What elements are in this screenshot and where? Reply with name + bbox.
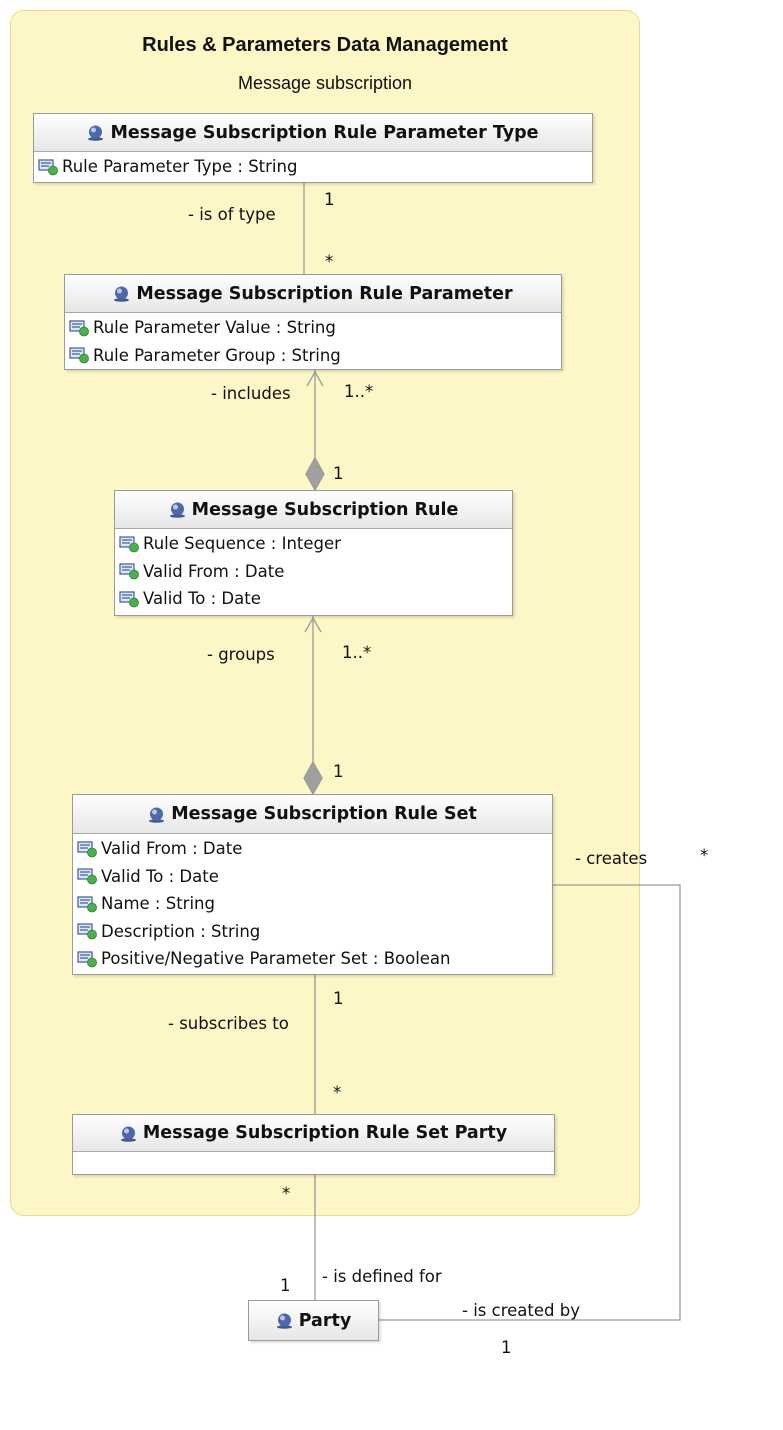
composition-diamond-groups (303, 760, 323, 796)
class-rule[interactable]: Message Subscription Rule Rule Sequence … (114, 490, 513, 616)
multiplicity-is-of-type-source: 1 (324, 190, 335, 209)
attribute-icon (119, 563, 139, 580)
multiplicity-is-defined-for-target: 1 (280, 1276, 291, 1295)
class-icon (88, 125, 104, 141)
attribute-text: Valid From : Date (143, 561, 285, 581)
attribute-row[interactable]: Rule Parameter Type : String (38, 153, 592, 181)
attribute-text: Rule Parameter Type : String (62, 157, 298, 177)
class-party[interactable]: Party (248, 1300, 379, 1341)
class-name: Message Subscription Rule Set Party (142, 1123, 508, 1143)
attribute-icon (69, 347, 89, 364)
multiplicity-is-of-type-target: * (325, 252, 334, 271)
multiplicity-is-defined-for-source: * (282, 1184, 291, 1203)
attribute-row[interactable]: Rule Parameter Group : String (69, 342, 561, 370)
multiplicity-is-created-by-target: 1 (501, 1338, 512, 1357)
attribute-icon (119, 591, 139, 608)
class-rule-parameter-type[interactable]: Message Subscription Rule Parameter Type… (33, 113, 593, 183)
class-header: Message Subscription Rule Set Party (73, 1115, 554, 1152)
class-icon (276, 1313, 292, 1329)
attribute-icon (119, 536, 139, 553)
class-rule-set[interactable]: Message Subscription Rule Set Valid From… (72, 794, 553, 975)
multiplicity-includes-source: 1 (333, 464, 344, 483)
attribute-text: Name : String (101, 894, 215, 914)
class-header: Message Subscription Rule Parameter Type (34, 114, 592, 152)
class-header: Message Subscription Rule (115, 491, 512, 529)
attribute-text: Description : String (101, 921, 261, 941)
multiplicity-creates-target: * (700, 846, 709, 865)
class-name: Party (298, 1310, 352, 1331)
attribute-icon (77, 951, 97, 968)
attribute-row[interactable]: Name : String (77, 890, 552, 918)
role-is-defined-for: - is defined for (322, 1267, 442, 1286)
class-header: Message Subscription Rule Set (73, 795, 552, 834)
class-header: Party (249, 1301, 378, 1340)
class-rule-set-party[interactable]: Message Subscription Rule Set Party (72, 1114, 555, 1175)
multiplicity-subscribes-to-target: * (333, 1083, 342, 1102)
attribute-icon (77, 923, 97, 940)
role-is-of-type: - is of type (188, 205, 276, 224)
attribute-row[interactable]: Valid To : Date (77, 863, 552, 891)
multiplicity-groups-target: 1..* (342, 643, 372, 662)
attribute-text: Valid To : Date (143, 589, 261, 609)
class-icon (120, 1126, 136, 1142)
multiplicity-subscribes-to-source: 1 (333, 989, 344, 1008)
class-header: Message Subscription Rule Parameter (65, 275, 561, 313)
role-includes: - includes (211, 384, 291, 403)
attribute-row[interactable]: Valid To : Date (119, 585, 512, 613)
attribute-row[interactable]: Rule Sequence : Integer (119, 530, 512, 558)
connectors (303, 183, 681, 1321)
multiplicity-includes-target: 1..* (344, 382, 374, 401)
attribute-icon (69, 320, 89, 337)
attribute-icon (77, 896, 97, 913)
role-creates: - creates (575, 849, 648, 868)
multiplicity-groups-source: 1 (333, 762, 344, 781)
role-is-created-by: - is created by (462, 1301, 580, 1320)
attribute-text: Valid To : Date (101, 866, 219, 886)
attribute-row[interactable]: Rule Parameter Value : String (69, 314, 561, 342)
attribute-row[interactable]: Positive/Negative Parameter Set : Boolea… (77, 945, 552, 973)
role-subscribes-to: - subscribes to (168, 1014, 289, 1033)
role-groups: - groups (207, 645, 275, 664)
class-icon (149, 807, 165, 823)
attribute-text: Rule Sequence : Integer (143, 534, 341, 554)
composition-diamond-includes (305, 456, 325, 492)
attribute-icon (77, 868, 97, 885)
class-name: Message Subscription Rule Parameter Type (110, 122, 539, 143)
attribute-row[interactable]: Description : String (77, 918, 552, 946)
class-name: Message Subscription Rule (191, 499, 459, 520)
class-icon (114, 286, 130, 302)
attribute-icon (38, 159, 58, 176)
class-name: Message Subscription Rule Set (171, 804, 477, 824)
class-name: Message Subscription Rule Parameter (136, 283, 513, 304)
attribute-text: Valid From : Date (101, 839, 243, 859)
attribute-row[interactable]: Valid From : Date (77, 835, 552, 863)
class-icon (169, 502, 185, 518)
attribute-text: Rule Parameter Value : String (93, 318, 336, 338)
class-rule-parameter[interactable]: Message Subscription Rule Parameter Rule… (64, 274, 562, 370)
attribute-text: Positive/Negative Parameter Set : Boolea… (101, 949, 451, 969)
attribute-row[interactable]: Valid From : Date (119, 558, 512, 586)
attribute-text: Rule Parameter Group : String (93, 345, 341, 365)
attribute-icon (77, 841, 97, 858)
